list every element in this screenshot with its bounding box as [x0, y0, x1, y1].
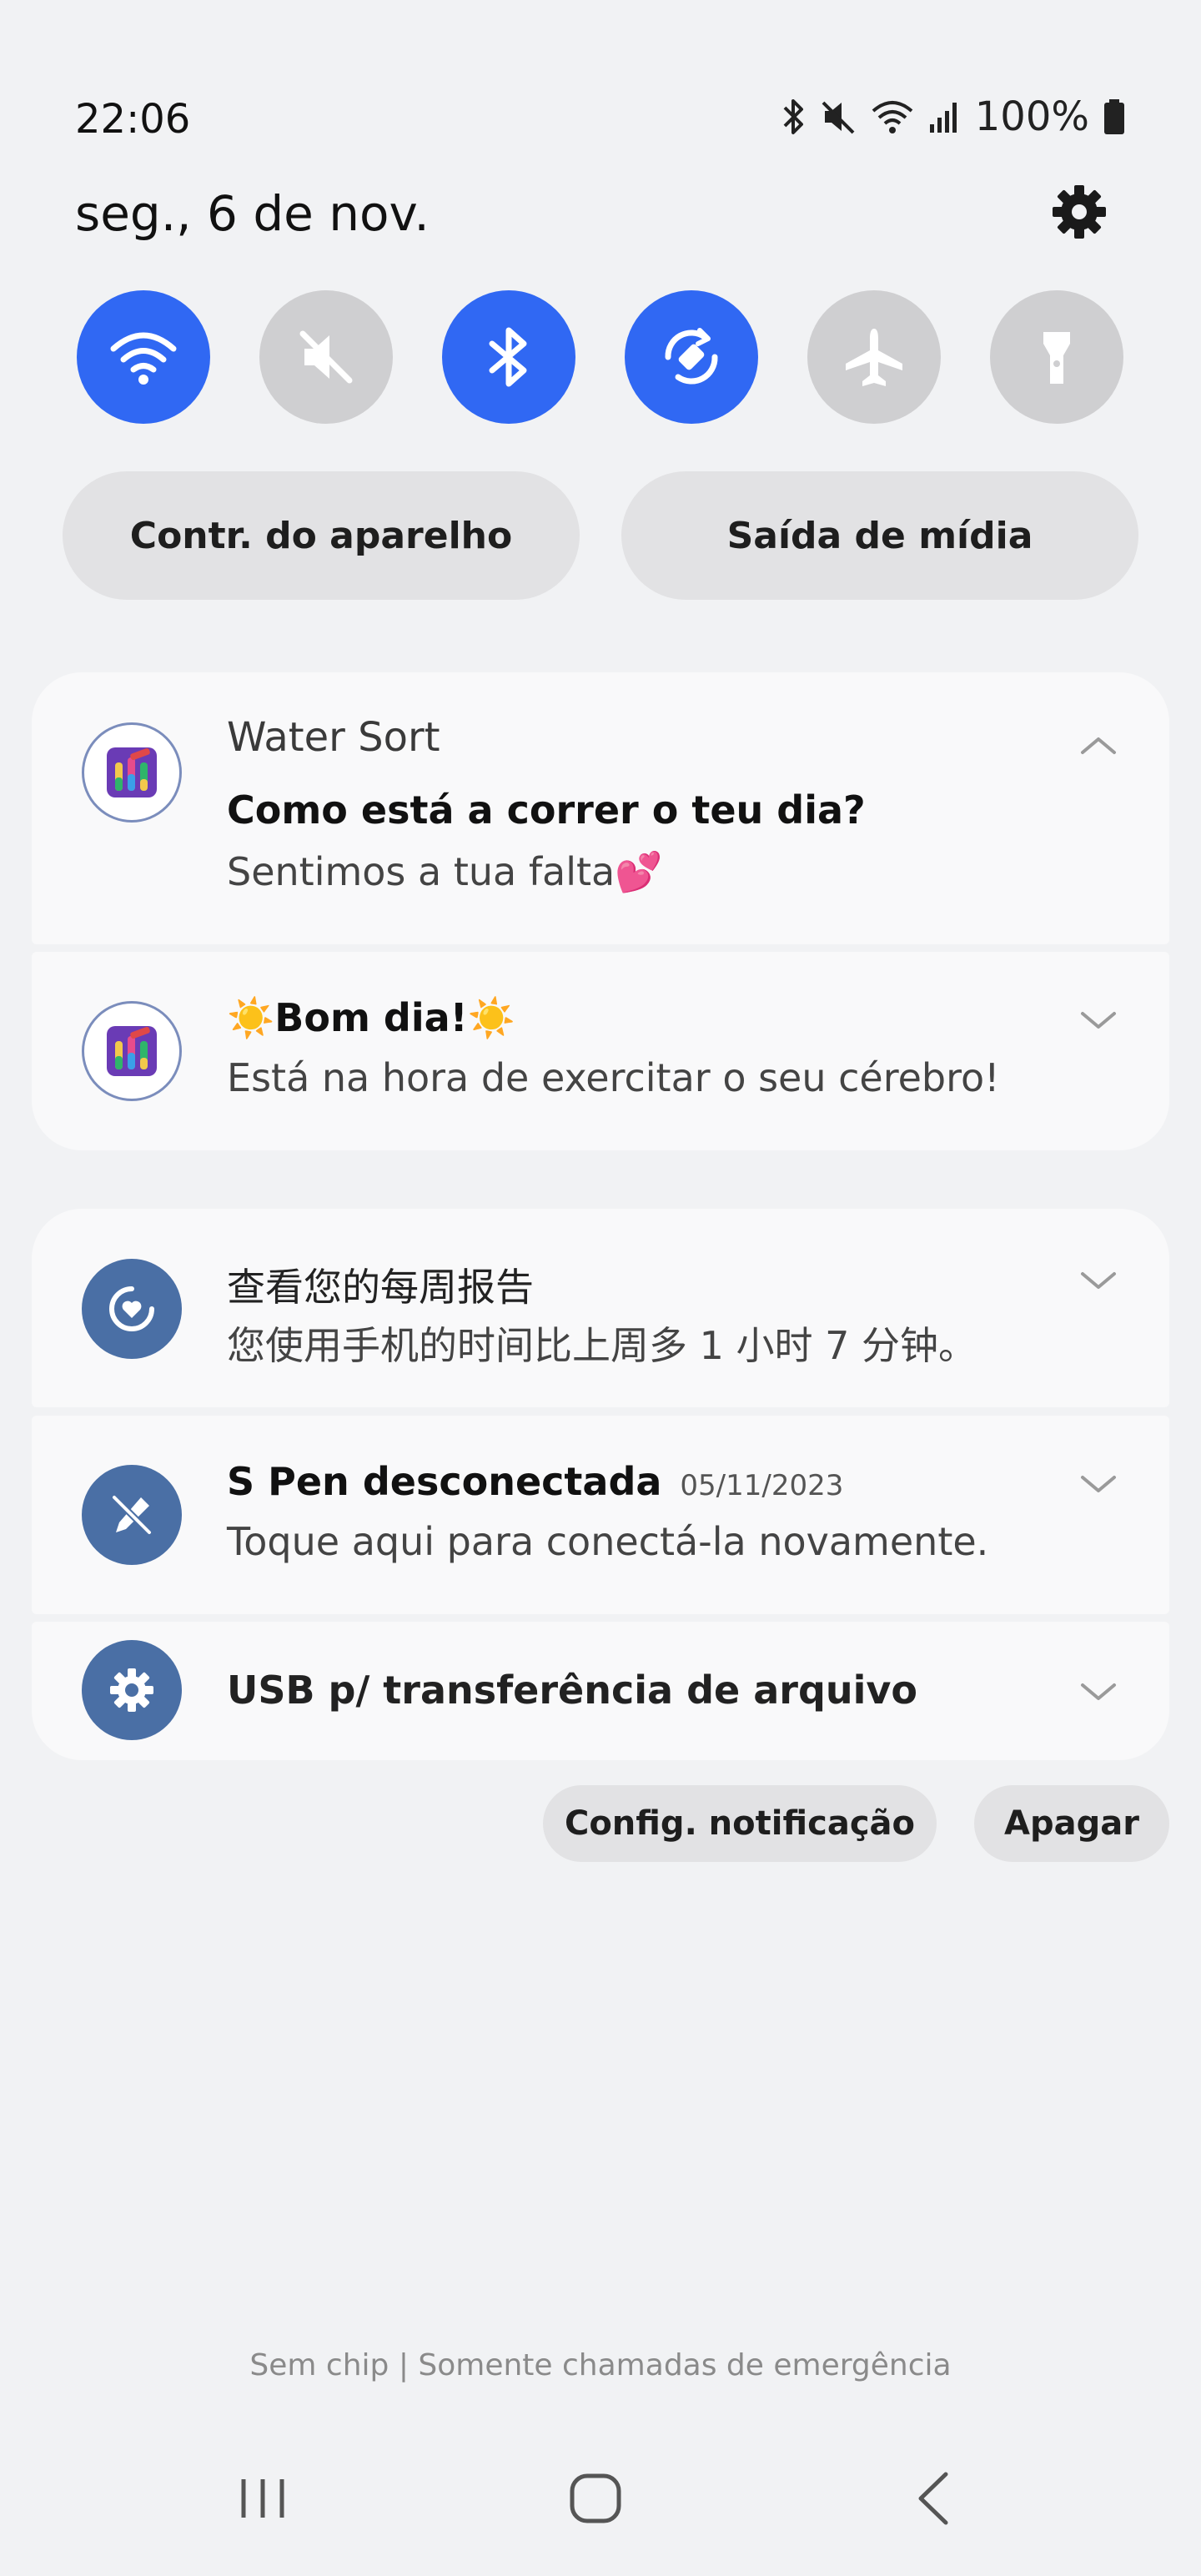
notification-body: Está na hora de exercitar o seu cérebro! — [227, 1055, 1000, 1100]
chevron-down-icon[interactable] — [1078, 1269, 1119, 1294]
notification-water-sort[interactable]: Water Sort Como está a correr o teu dia?… — [32, 672, 1169, 944]
notification-title: Como está a correr o teu dia? — [227, 787, 866, 833]
notification-weekly-report[interactable]: 查看您的每周报告 您使用手机的时间比上周多 1 小时 7 分钟。 — [32, 1209, 1169, 1407]
chevron-down-icon[interactable] — [1078, 1680, 1119, 1705]
bluetooth-icon — [783, 99, 803, 134]
notification-water-sort-2[interactable]: ☀️Bom dia!☀️ Está na hora de exercitar o… — [32, 952, 1169, 1150]
notification-app-name: Water Sort — [227, 714, 440, 761]
notification-body: 您使用手机的时间比上周多 1 小时 7 分钟。 — [227, 1323, 977, 1368]
tile-bluetooth[interactable] — [442, 290, 575, 424]
date-label: seg., 6 de nov. — [75, 185, 430, 242]
mute-icon — [822, 101, 855, 134]
digital-wellbeing-app-icon — [82, 1259, 182, 1359]
notification-header: S Pen desconectada 05/11/2023 — [227, 1459, 843, 1504]
home-icon[interactable] — [565, 2469, 626, 2528]
tile-sound[interactable] — [259, 290, 393, 424]
airplane-icon — [846, 329, 902, 386]
notification-title: ☀️Bom dia!☀️ — [227, 995, 515, 1040]
water-sort-logo-icon — [107, 1026, 157, 1076]
system-settings-app-icon — [82, 1640, 182, 1740]
wifi-icon — [872, 101, 913, 133]
media-output-button[interactable]: Saída de mídia — [621, 471, 1138, 600]
mute-icon — [299, 330, 353, 384]
notification-title: USB p/ transferência de arquivo — [227, 1668, 917, 1713]
gear-icon — [110, 1668, 153, 1712]
notification-date: 05/11/2023 — [680, 1469, 844, 1502]
notification-settings-button[interactable]: Config. notificação — [543, 1785, 937, 1862]
bluetooth-icon — [489, 327, 527, 387]
notification-title: 查看您的每周报告 — [227, 1265, 534, 1310]
notification-title: S Pen desconectada — [227, 1459, 662, 1504]
device-control-button[interactable]: Contr. do aparelho — [63, 471, 580, 600]
notification-body: Toque aqui para conectá-la novamente. — [227, 1519, 989, 1564]
recent-apps-icon[interactable] — [234, 2469, 292, 2528]
battery-icon — [1104, 99, 1124, 134]
status-icons: 100% — [781, 93, 1126, 140]
water-sort-logo-icon — [107, 747, 157, 797]
signal-icon — [929, 103, 957, 133]
chevron-down-icon[interactable] — [1078, 1009, 1119, 1034]
tile-auto-rotate[interactable] — [625, 290, 758, 424]
notification-body: Sentimos a tua falta💕 — [227, 849, 663, 894]
back-icon[interactable] — [909, 2469, 959, 2528]
tile-airplane[interactable] — [807, 290, 941, 424]
status-time: 22:06 — [75, 96, 191, 143]
battery-percent: 100% — [974, 93, 1089, 140]
tile-wifi[interactable] — [77, 290, 210, 424]
tile-flashlight[interactable] — [990, 290, 1123, 424]
notification-usb[interactable]: USB p/ transferência de arquivo — [32, 1622, 1169, 1760]
water-sort-app-icon — [82, 722, 182, 823]
wifi-icon — [110, 332, 177, 385]
wellbeing-icon — [109, 1286, 154, 1331]
notification-s-pen[interactable]: S Pen desconectada 05/11/2023 Toque aqui … — [32, 1416, 1169, 1614]
gear-icon[interactable] — [1049, 182, 1109, 242]
water-sort-app-icon — [82, 1001, 182, 1101]
chevron-down-icon[interactable] — [1078, 1472, 1119, 1497]
clear-button[interactable]: Apagar — [974, 1785, 1169, 1862]
chevron-up-icon[interactable] — [1078, 732, 1119, 757]
carrier-status: Sem chip | Somente chamadas de emergênci… — [249, 2348, 952, 2382]
s-pen-icon — [112, 1495, 152, 1535]
s-pen-app-icon — [82, 1465, 182, 1565]
rotate-icon — [665, 328, 718, 385]
flashlight-icon — [1043, 332, 1070, 384]
